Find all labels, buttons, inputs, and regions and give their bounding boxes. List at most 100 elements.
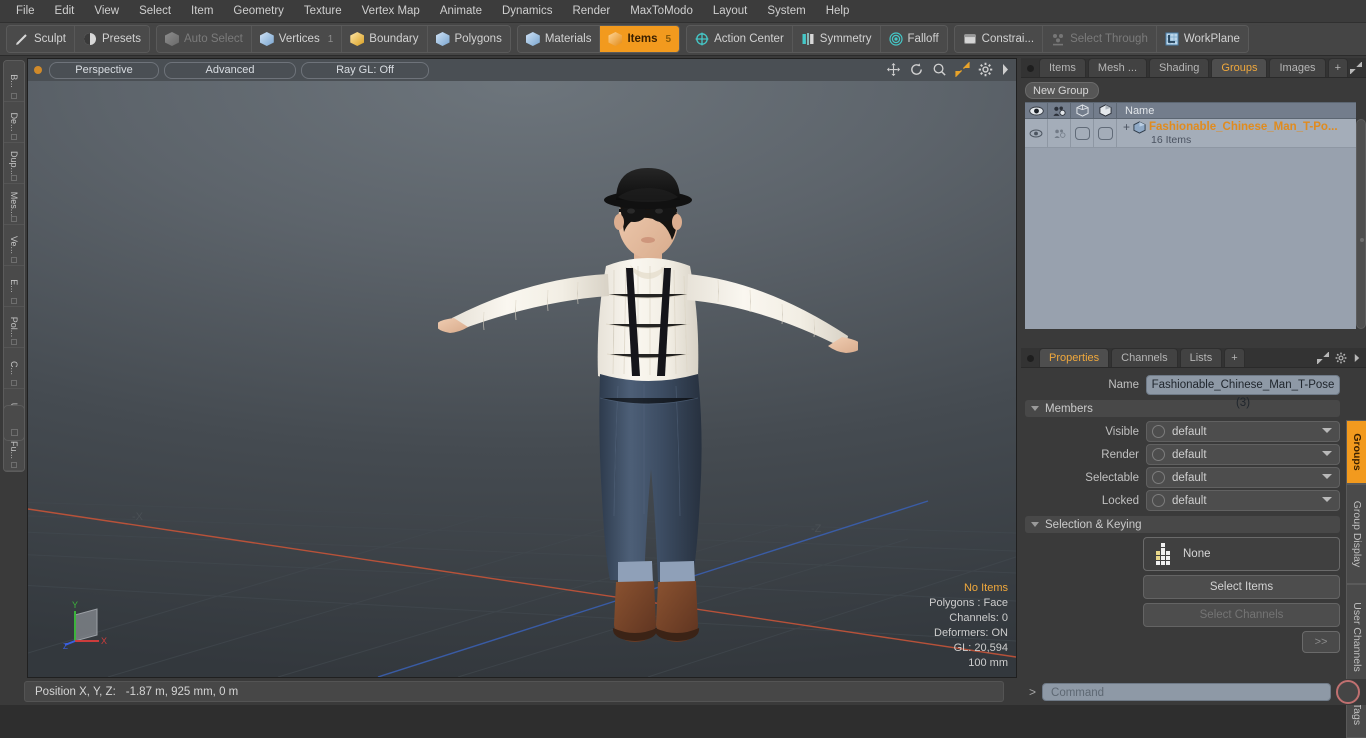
- table-row[interactable]: + Fashionable_Chinese_Man_T-Po... 16 Ite…: [1025, 119, 1356, 148]
- right-tab-user-channels[interactable]: User Channels: [1346, 584, 1366, 690]
- left-tab-3[interactable]: Mes...: [4, 184, 24, 225]
- tab-channels[interactable]: Channels: [1111, 348, 1178, 367]
- add-tab-button[interactable]: +: [1327, 58, 1348, 77]
- row-shade-toggle[interactable]: [1094, 119, 1117, 147]
- tab-lists[interactable]: Lists: [1179, 348, 1223, 367]
- group-list-body[interactable]: + Fashionable_Chinese_Man_T-Po... 16 Ite…: [1025, 119, 1366, 329]
- tab-images[interactable]: Images: [1269, 58, 1326, 77]
- left-tab-extra[interactable]: [3, 405, 25, 441]
- more-button[interactable]: >>: [1302, 631, 1340, 653]
- gear-icon[interactable]: [1335, 352, 1347, 364]
- menu-item-render[interactable]: Render: [562, 3, 620, 19]
- menu-item-dynamics[interactable]: Dynamics: [492, 3, 562, 19]
- record-icon[interactable]: [1336, 680, 1360, 704]
- menu-item-texture[interactable]: Texture: [294, 3, 352, 19]
- property-state-circle-icon[interactable]: [1152, 471, 1165, 484]
- toolbar-button-falloff[interactable]: Falloff: [880, 26, 947, 52]
- property-state-circle-icon[interactable]: [1152, 494, 1165, 507]
- expand-icon[interactable]: [1317, 352, 1329, 364]
- group-row-name[interactable]: + Fashionable_Chinese_Man_T-Po... 16 Ite…: [1117, 120, 1356, 146]
- new-group-button[interactable]: New Group: [1025, 82, 1099, 99]
- left-tab-6[interactable]: Pol...: [4, 307, 24, 348]
- menu-item-system[interactable]: System: [757, 3, 815, 19]
- menu-item-item[interactable]: Item: [181, 3, 223, 19]
- panel-menu-dot-icon[interactable]: [1027, 65, 1034, 72]
- viewport-menu-dot-icon[interactable]: [34, 66, 42, 74]
- row-wire-toggle[interactable]: [1071, 119, 1094, 147]
- fit-icon[interactable]: [955, 62, 970, 77]
- toolbar-button-materials[interactable]: Materials: [517, 26, 601, 52]
- chevron-right-icon[interactable]: [1001, 63, 1010, 76]
- toolbar-button-vertices[interactable]: Vertices 1: [251, 26, 343, 52]
- chevron-down-icon[interactable]: [1322, 451, 1332, 456]
- tab-groups[interactable]: Groups: [1211, 58, 1268, 77]
- property-dropdown-locked[interactable]: default: [1146, 490, 1340, 511]
- members-section-header[interactable]: Members: [1025, 400, 1340, 417]
- property-dropdown-visible[interactable]: default: [1146, 421, 1340, 442]
- left-tab-0[interactable]: B...: [4, 61, 24, 102]
- menu-item-animate[interactable]: Animate: [430, 3, 492, 19]
- gear-icon[interactable]: [978, 62, 993, 77]
- tab-properties[interactable]: Properties: [1039, 348, 1110, 367]
- right-tab-groups[interactable]: Groups: [1346, 420, 1366, 484]
- menu-item-view[interactable]: View: [84, 3, 129, 19]
- command-input[interactable]: Command: [1042, 683, 1331, 701]
- left-tab-4[interactable]: Ve...: [4, 225, 24, 266]
- tab-shading[interactable]: Shading: [1149, 58, 1210, 77]
- menu-item-maxtomodo[interactable]: MaxToModo: [620, 3, 703, 19]
- presets-icon: [83, 32, 97, 46]
- viewport-pill-raygl[interactable]: Ray GL: Off: [301, 61, 429, 79]
- right-tab-group-display[interactable]: Group Display: [1346, 484, 1366, 584]
- chevron-down-icon[interactable]: [1322, 474, 1332, 479]
- property-state-circle-icon[interactable]: [1152, 425, 1165, 438]
- toolbar-button-sculpt[interactable]: Sculpt: [7, 26, 75, 52]
- viewport-pill-advanced[interactable]: Advanced: [164, 61, 296, 79]
- toolbar-button-boundary[interactable]: Boundary: [342, 26, 428, 52]
- viewport-pill-perspective[interactable]: Perspective: [49, 61, 159, 79]
- property-dropdown-render[interactable]: default: [1146, 444, 1340, 465]
- properties-add-tab-button[interactable]: +: [1224, 348, 1245, 367]
- chevron-down-icon[interactable]: [1322, 428, 1332, 433]
- name-field[interactable]: Fashionable_Chinese_Man_T-Pose (3): [1146, 374, 1340, 409]
- group-list-scrollbar[interactable]: [1356, 119, 1366, 329]
- menu-item-edit[interactable]: Edit: [45, 3, 85, 19]
- menu-item-vertex-map[interactable]: Vertex Map: [352, 3, 430, 19]
- chevron-down-icon[interactable]: [1322, 497, 1332, 502]
- properties-menu-dot-icon[interactable]: [1027, 355, 1034, 362]
- toolbar-button-items[interactable]: Items 5: [600, 26, 680, 52]
- row-expander[interactable]: +: [1123, 120, 1130, 134]
- none-button[interactable]: None: [1143, 537, 1340, 571]
- selection-keying-section-header[interactable]: Selection & Keying: [1025, 516, 1340, 533]
- tab-items[interactable]: Items: [1039, 58, 1086, 77]
- toolbar-button-action-center[interactable]: Action Center: [687, 26, 793, 52]
- rotate-icon[interactable]: [909, 62, 924, 77]
- left-tab-1[interactable]: De...: [4, 102, 24, 143]
- left-tab-7[interactable]: C...: [4, 348, 24, 389]
- scrollbar-nub: [1360, 238, 1364, 242]
- property-state-circle-icon[interactable]: [1152, 448, 1165, 461]
- left-tab-2[interactable]: Dup...: [4, 143, 24, 184]
- row-render-toggle[interactable]: [1048, 119, 1071, 147]
- toolbar-button-workplane[interactable]: WorkPlane: [1156, 26, 1248, 52]
- move-icon[interactable]: [886, 62, 901, 77]
- zoom-icon[interactable]: [932, 62, 947, 77]
- toolbar-button-polygons[interactable]: Polygons: [427, 26, 510, 52]
- property-dropdown-selectable[interactable]: default: [1146, 467, 1340, 488]
- menu-item-file[interactable]: File: [6, 3, 45, 19]
- menu-item-layout[interactable]: Layout: [703, 3, 758, 19]
- menu-item-select[interactable]: Select: [129, 3, 181, 19]
- toolbar-button-presets[interactable]: Presets: [74, 26, 149, 52]
- select-items-button[interactable]: Select Items: [1143, 575, 1340, 599]
- menu-item-geometry[interactable]: Geometry: [223, 3, 294, 19]
- expand-icon[interactable]: [1350, 62, 1362, 74]
- viewport-canvas[interactable]: -X -Z Y X Z No Items Polygons: Face Cha…: [28, 81, 1016, 677]
- chevron-right-icon[interactable]: [1353, 353, 1361, 363]
- toolbar-button-symmetry[interactable]: Symmetry: [792, 26, 881, 52]
- tab-mesh[interactable]: Mesh ...: [1087, 58, 1148, 77]
- cube-orange-icon: [608, 32, 623, 46]
- toolbar-button-constrai[interactable]: Constrai...: [954, 26, 1044, 52]
- character-model[interactable]: [438, 166, 858, 676]
- menu-item-help[interactable]: Help: [816, 3, 860, 19]
- left-tab-5[interactable]: E...: [4, 266, 24, 307]
- row-eye-toggle[interactable]: [1025, 119, 1048, 147]
